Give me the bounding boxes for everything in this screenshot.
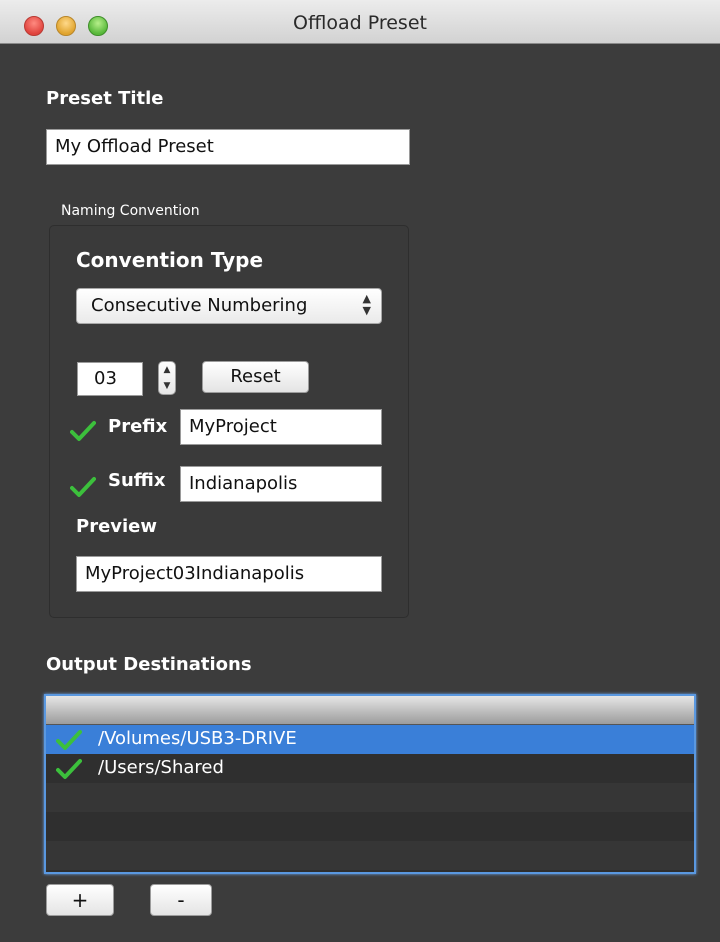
destination-path: /Volumes/USB3-DRIVE [98, 728, 297, 749]
prefix-label: Prefix [108, 416, 168, 437]
stepper-down-icon[interactable]: ▼ [159, 378, 175, 394]
checkmark-icon[interactable] [56, 729, 82, 751]
counter-field[interactable]: 03 [77, 362, 143, 396]
suffix-field[interactable]: Indianapolis [180, 466, 382, 502]
list-item[interactable]: /Volumes/USB3-DRIVE [46, 725, 694, 754]
list-header [46, 696, 694, 725]
output-destinations-list[interactable]: /Volumes/USB3-DRIVE /Users/Shared [44, 694, 696, 874]
empty-row [46, 783, 694, 812]
title-bar: Offload Preset [0, 0, 720, 44]
empty-row [46, 841, 694, 870]
convention-type-popup[interactable]: Consecutive Numbering ▲ ▼ [76, 288, 382, 324]
preview-field: MyProject03Indianapolis [76, 556, 382, 592]
reset-button[interactable]: Reset [202, 361, 309, 393]
prefix-field[interactable]: MyProject [180, 409, 382, 445]
counter-stepper[interactable]: ▲ ▼ [158, 361, 176, 395]
convention-type-label: Convention Type [76, 248, 264, 272]
preset-title-label: Preset Title [46, 88, 164, 109]
suffix-checkbox-checkmark-icon[interactable] [70, 476, 96, 498]
empty-row [46, 812, 694, 841]
popup-arrows-icon: ▲ ▼ [362, 292, 371, 317]
prefix-checkbox-checkmark-icon[interactable] [70, 420, 96, 442]
convention-type-value: Consecutive Numbering [91, 295, 308, 316]
add-destination-button[interactable]: + [46, 884, 114, 916]
destination-path: /Users/Shared [98, 757, 224, 778]
list-item[interactable]: /Users/Shared [46, 754, 694, 783]
stepper-up-icon[interactable]: ▲ [159, 362, 175, 378]
output-destinations-label: Output Destinations [46, 654, 252, 675]
window-title: Offload Preset [293, 12, 427, 34]
preview-label: Preview [76, 516, 158, 537]
preset-title-field[interactable]: My Offload Preset [46, 129, 410, 165]
checkmark-icon[interactable] [56, 758, 82, 780]
remove-destination-button[interactable]: - [150, 884, 212, 916]
suffix-label: Suffix [108, 470, 166, 491]
naming-convention-label: Naming Convention [61, 203, 200, 219]
